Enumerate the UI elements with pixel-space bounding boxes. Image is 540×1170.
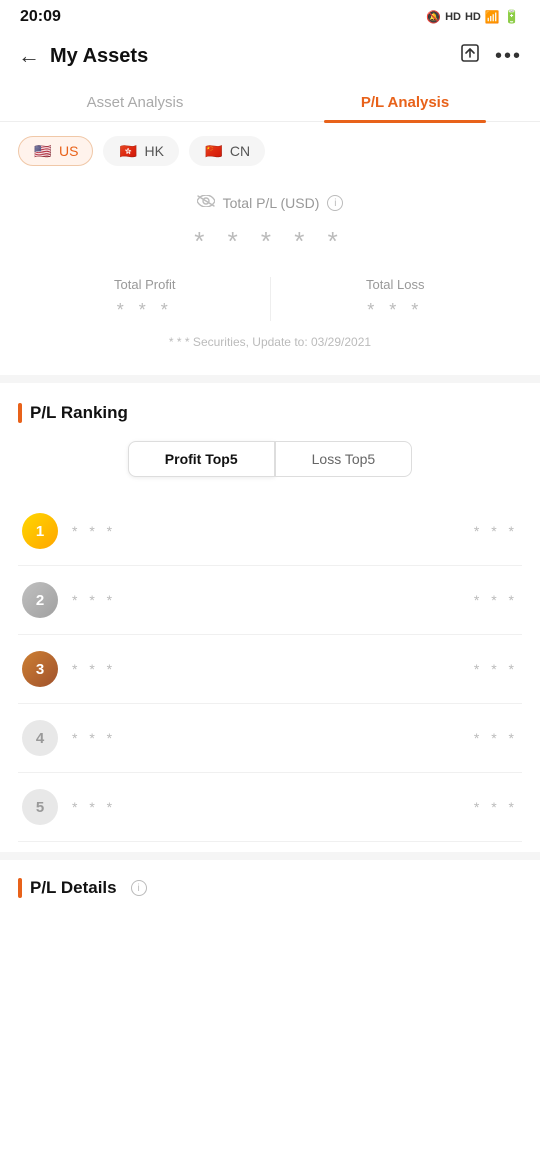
toggle-group: Profit Top5 Loss Top5 [18, 441, 522, 477]
hk-flag-icon: 🇭🇰 [118, 144, 138, 158]
rank-4-name: * * * [72, 730, 474, 746]
battery-icon: 🔋 [504, 9, 520, 25]
page-title: My Assets [50, 45, 459, 68]
more-button[interactable]: ••• [495, 45, 522, 68]
mute-icon: 🔕 [426, 10, 441, 24]
status-bar: 20:09 🔕 HD HD 📶 🔋 [0, 0, 540, 32]
tab-asset-analysis[interactable]: Asset Analysis [0, 82, 270, 121]
hk-label: HK [144, 143, 163, 159]
loss-top5-button[interactable]: Loss Top5 [275, 441, 413, 477]
eye-icon[interactable] [197, 194, 215, 212]
rank-badge-5: 5 [22, 789, 58, 825]
pl-label-text: Total P/L (USD) [223, 195, 320, 211]
pl-info-icon[interactable]: i [327, 195, 343, 211]
tab-pl-analysis[interactable]: P/L Analysis [270, 82, 540, 121]
us-flag-icon: 🇺🇸 [33, 144, 53, 158]
rank-2-value: * * * [474, 592, 518, 608]
pl-details-title: P/L Details [30, 878, 117, 898]
wifi-icon: 📶 [485, 10, 500, 24]
total-loss-section: Total Loss * * * [271, 277, 521, 321]
tab-bar: Asset Analysis P/L Analysis [0, 82, 540, 122]
rank-5-value: * * * [474, 799, 518, 815]
section-accent-bar [18, 403, 22, 423]
rank-4-value: * * * [474, 730, 518, 746]
rank-badge-2: 2 [22, 582, 58, 618]
profit-top5-button[interactable]: Profit Top5 [128, 441, 275, 477]
cn-flag-icon: 🇨🇳 [204, 144, 224, 158]
table-row: 5 * * * * * * [18, 773, 522, 842]
total-profit-section: Total Profit * * * [20, 277, 271, 321]
us-label: US [59, 143, 78, 159]
back-button[interactable]: ← [18, 43, 40, 69]
export-button[interactable] [459, 42, 481, 70]
signal-icon-1: HD [445, 11, 461, 23]
rank-3-value: * * * [474, 661, 518, 677]
rank-1-value: * * * [474, 523, 518, 539]
table-row: 1 * * * * * * [18, 497, 522, 566]
pl-summary: Total P/L (USD) i * * * * * Total Profit… [0, 176, 540, 365]
table-row: 3 * * * * * * [18, 635, 522, 704]
cn-label: CN [230, 143, 250, 159]
section-divider-1 [0, 375, 540, 383]
pl-label-row: Total P/L (USD) i [20, 194, 520, 212]
pl-details-section: P/L Details i [0, 852, 540, 908]
pl-note: * * * Securities, Update to: 03/29/2021 [20, 335, 520, 349]
status-icons: 🔕 HD HD 📶 🔋 [426, 9, 520, 25]
ranking-list: 1 * * * * * * 2 * * * * * * 3 * * * * * … [18, 497, 522, 842]
header-actions: ••• [459, 42, 522, 70]
total-loss-value: * * * [291, 300, 501, 321]
ranking-section-title: P/L Ranking [30, 403, 128, 423]
market-filter: 🇺🇸 US 🇭🇰 HK 🇨🇳 CN [0, 122, 540, 176]
rank-badge-3: 3 [22, 651, 58, 687]
market-btn-us[interactable]: 🇺🇸 US [18, 136, 93, 166]
table-row: 2 * * * * * * [18, 566, 522, 635]
table-row: 4 * * * * * * [18, 704, 522, 773]
pl-breakdown: Total Profit * * * Total Loss * * * [20, 277, 520, 321]
rank-badge-4: 4 [22, 720, 58, 756]
pl-details-info-icon[interactable]: i [131, 880, 147, 896]
market-btn-cn[interactable]: 🇨🇳 CN [189, 136, 265, 166]
header: ← My Assets ••• [0, 32, 540, 82]
rank-1-name: * * * [72, 523, 474, 539]
rank-3-name: * * * [72, 661, 474, 677]
rank-badge-1: 1 [22, 513, 58, 549]
rank-5-name: * * * [72, 799, 474, 815]
rank-2-name: * * * [72, 592, 474, 608]
status-time: 20:09 [20, 8, 61, 26]
total-profit-value: * * * [40, 300, 250, 321]
total-loss-label: Total Loss [291, 277, 501, 292]
ranking-section: P/L Ranking Profit Top5 Loss Top5 1 * * … [0, 383, 540, 852]
ranking-section-header: P/L Ranking [18, 403, 522, 423]
details-accent-bar [18, 878, 22, 898]
total-profit-label: Total Profit [40, 277, 250, 292]
pl-masked-value: * * * * * [20, 226, 520, 257]
market-btn-hk[interactable]: 🇭🇰 HK [103, 136, 178, 166]
signal-icon-2: HD [465, 11, 481, 23]
